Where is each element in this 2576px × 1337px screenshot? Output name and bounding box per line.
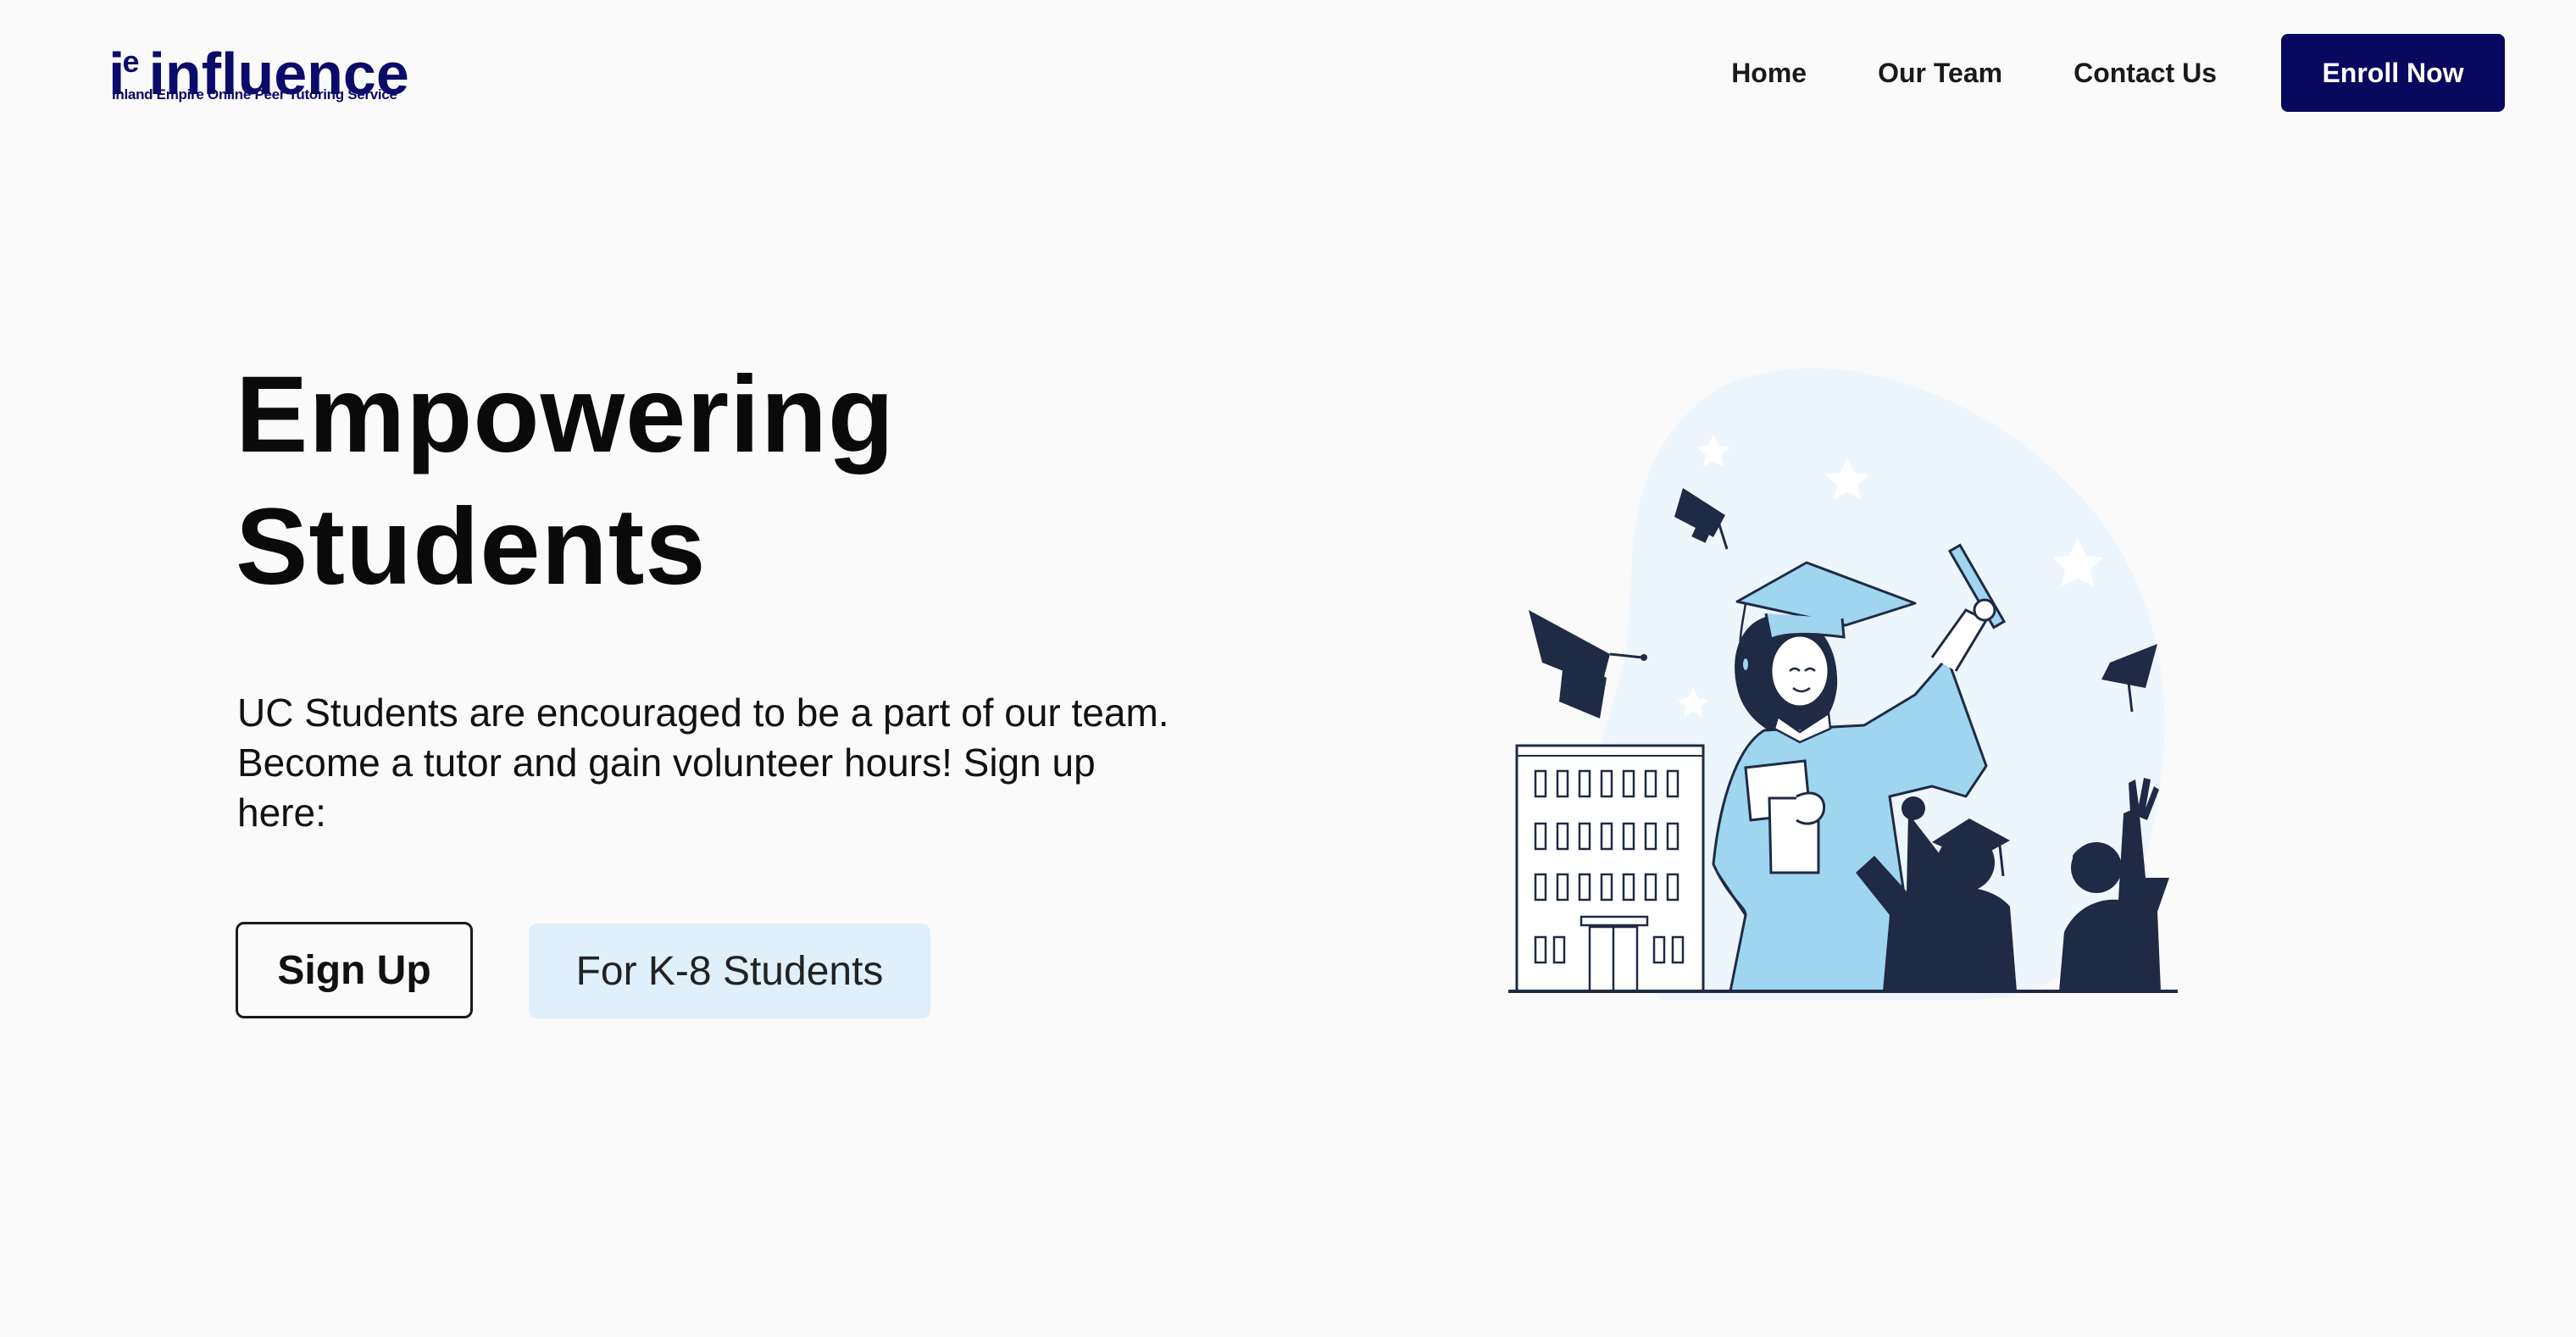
graduation-illustration	[1491, 356, 2220, 1000]
site-logo[interactable]: ie influence Inland Empire Online Peer Tu…	[108, 32, 414, 108]
main-nav: Home Our Team Contact Us Enroll Now	[1731, 34, 2505, 112]
school-building	[1515, 744, 1705, 993]
hero-title-line-2: Students	[236, 486, 707, 607]
k8-students-button[interactable]: For K-8 Students	[529, 924, 930, 1018]
enroll-now-button[interactable]: Enroll Now	[2281, 34, 2505, 112]
nav-our-team-link[interactable]: Our Team	[1878, 58, 2002, 89]
sign-up-button[interactable]: Sign Up	[236, 922, 473, 1018]
hero-title-line-1: Empowering	[236, 354, 896, 475]
nav-home-link[interactable]: Home	[1731, 58, 1807, 89]
page: ie influence Inland Empire Online Peer Tu…	[0, 0, 2576, 1337]
logo-mark-e: e	[122, 44, 139, 79]
hero-title: Empowering Students	[236, 349, 998, 613]
logo-tagline: Inland Empire Online Peer Tutoring Servi…	[112, 86, 397, 103]
nav-contact-us-link[interactable]: Contact Us	[2074, 58, 2217, 89]
hero-description: UC Students are encouraged to be a part …	[237, 691, 1169, 835]
graduation-illustration-svg	[1508, 368, 2178, 1000]
